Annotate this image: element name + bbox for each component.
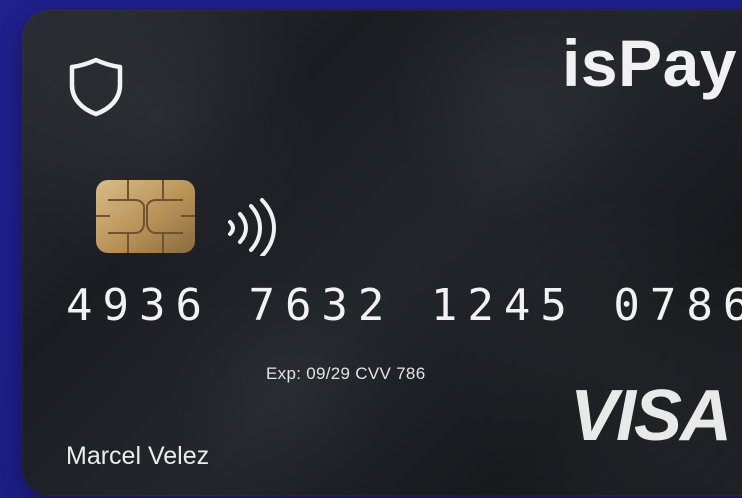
chip-icon: [96, 180, 195, 253]
credit-card: isPay 4936 7632 1245 0786 Exp: 09/29 CVV: [22, 10, 742, 496]
contactless-icon: [228, 198, 276, 256]
screen: isPay 4936 7632 1245 0786 Exp: 09/29 CVV: [0, 0, 742, 498]
shield-icon: [69, 57, 123, 117]
card-number: 4936 7632 1245 0786: [66, 280, 742, 331]
cardholder-name: Marcel Velez: [66, 442, 210, 470]
visa-logo-text: VISA: [570, 376, 732, 456]
brand-logo-text: isPay: [562, 26, 737, 100]
card-expiry-cvv: Exp: 09/29 CVV 786: [266, 364, 426, 383]
